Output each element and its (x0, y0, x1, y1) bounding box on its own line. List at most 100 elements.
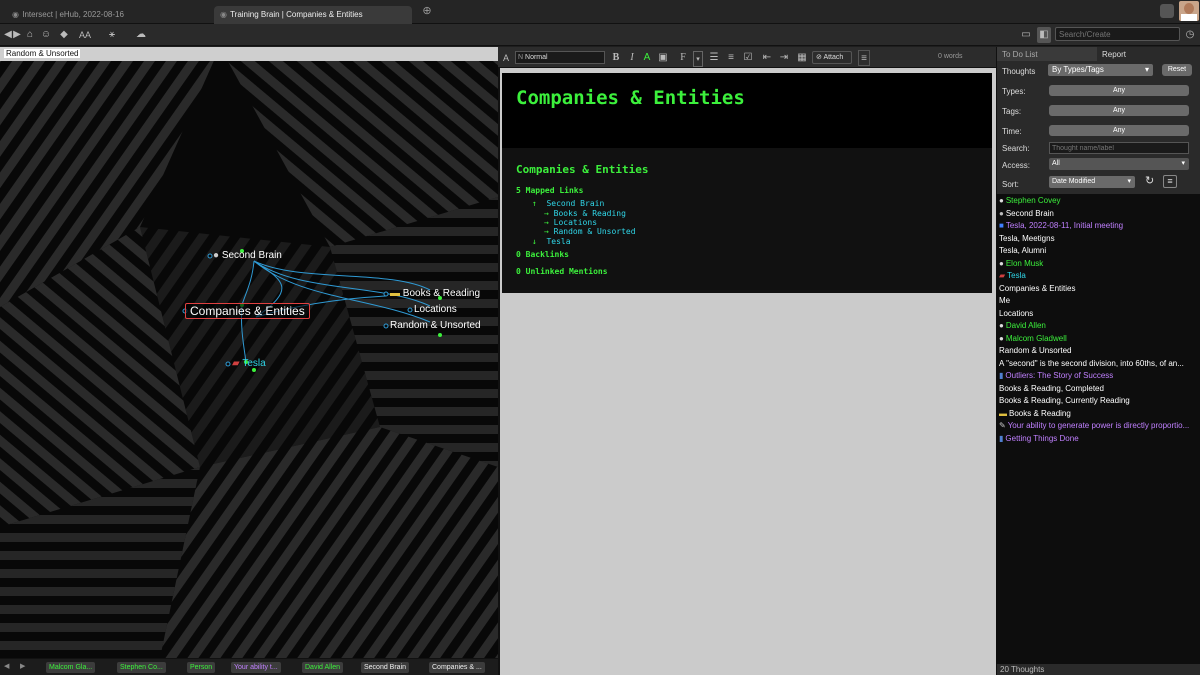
time-select[interactable]: Any (1049, 125, 1189, 136)
thought-list-item[interactable]: Tesla, Meetigns (999, 233, 1197, 245)
home-icon[interactable]: ⌂ (24, 27, 36, 43)
pinned-thought[interactable]: Companies & ... (429, 662, 485, 673)
bullet-list-button[interactable]: ☰ (709, 50, 719, 66)
style-select[interactable]: N Normal (515, 51, 605, 64)
italic-button[interactable]: I (627, 50, 637, 66)
numbered-list-button[interactable]: ≡ (726, 50, 736, 66)
note-card[interactable]: Companies & Entities Companies & Entitie… (502, 73, 992, 293)
types-select[interactable]: Any (1049, 85, 1189, 96)
thought-list-item[interactable]: ● Malcom Gladwell (999, 333, 1197, 345)
text-color-button[interactable]: A (642, 50, 652, 66)
menu-icon[interactable]: ≡ (858, 50, 870, 66)
split-view-icon[interactable]: ◧ (1037, 27, 1051, 43)
pinned-thought[interactable]: Second Brain (361, 662, 410, 673)
attach-button[interactable]: ⊘ Attach (812, 51, 852, 64)
new-tab-button[interactable]: ⊕ (421, 6, 433, 18)
refresh-icon[interactable]: ↻ (1145, 175, 1157, 188)
outdent-button[interactable]: ⇤ (762, 50, 772, 66)
node-locations[interactable]: Locations (414, 304, 457, 316)
thought-list-item[interactable]: Books & Reading, Completed (999, 383, 1197, 395)
node-label: Books & Reading (402, 288, 481, 299)
pinned-thought[interactable]: Malcom Gla... (46, 662, 96, 673)
thought-list-item[interactable]: ■ Tesla, 2022-08-11, Initial meeting (999, 220, 1197, 232)
thought-list-item[interactable]: ● David Allen (999, 320, 1197, 332)
dropdown-icon[interactable]: ▾ (693, 51, 703, 67)
cube-icon[interactable] (1160, 4, 1174, 18)
jump-link[interactable]: → Books & Reading (544, 209, 626, 218)
people-icon[interactable]: ☺ (40, 27, 52, 43)
checkbox-button[interactable]: ☑ (743, 50, 753, 66)
thought-list-item[interactable]: A "second" is the second division, into … (999, 358, 1197, 370)
thought-list-item[interactable]: ▮ Getting Things Done (999, 433, 1197, 445)
pinned-thought[interactable]: Person (187, 662, 216, 673)
parent-link[interactable]: ↑ Second Brain (532, 199, 604, 208)
thought-label: Getting Things Done (1005, 433, 1079, 443)
highlight-button[interactable]: ▣ (658, 50, 668, 66)
table-button[interactable]: ▦ (797, 50, 807, 66)
access-select[interactable]: All ▾ (1049, 158, 1189, 170)
thoughts-filter-select[interactable]: By Types/Tags ▾ (1048, 64, 1153, 76)
clock-icon[interactable]: ◷ (1184, 27, 1196, 43)
scroll-left-icon[interactable]: ◀ (4, 662, 9, 670)
jump-link[interactable]: → Random & Unsorted (544, 227, 636, 236)
thought-list-item[interactable]: ● Stephen Covey (999, 195, 1197, 207)
node-label: Tesla (242, 358, 266, 369)
font-size-button[interactable]: AA (78, 27, 92, 43)
tag-icon[interactable]: ◆ (58, 27, 70, 43)
cloud-icon[interactable]: ☁ (131, 27, 151, 43)
unlinked-mentions-label[interactable]: 0 Unlinked Mentions (516, 267, 608, 276)
thought-label: A "second" is the second division, into … (999, 358, 1184, 368)
pinned-thought[interactable]: Your ability t... (231, 662, 281, 673)
search-create-input[interactable] (1055, 27, 1180, 41)
jump-link[interactable]: → Locations (544, 218, 597, 227)
tab-todo[interactable]: To Do List (997, 47, 1097, 61)
forward-icon[interactable]: ▶ (13, 27, 21, 43)
scroll-right-icon[interactable]: ▶ (20, 662, 25, 670)
layout-icon[interactable]: ⚹ (104, 27, 120, 43)
thought-list-item[interactable]: Locations (999, 308, 1197, 320)
text-style-icon[interactable]: A (501, 50, 511, 66)
breadcrumb-label[interactable]: Random & Unsorted (4, 49, 81, 58)
panel-toggle-icon[interactable]: ▭ (1020, 27, 1032, 43)
person-icon: ● (999, 258, 1004, 268)
pinned-thought[interactable]: David Allen (302, 662, 344, 673)
thought-list-item[interactable]: ▮ Outliers: The Story of Success (999, 370, 1197, 382)
tags-select[interactable]: Any (1049, 105, 1189, 116)
child-link[interactable]: ↓ Tesla (532, 237, 571, 246)
thought-list-item[interactable]: Companies & Entities (999, 283, 1197, 295)
thought-list-item[interactable]: Tesla, Alumni (999, 245, 1197, 257)
back-icon[interactable]: ◀ (4, 27, 12, 43)
thought-list-item[interactable]: ▰ Tesla (999, 270, 1197, 282)
node-books-reading[interactable]: ▬ Books & Reading (390, 288, 480, 300)
font-button[interactable]: F (678, 50, 688, 66)
node-second-brain[interactable]: ● Second Brain (213, 250, 282, 262)
thought-list-item[interactable]: ✎ Your ability to generate power is direc… (999, 420, 1197, 432)
pin-label: David Allen (305, 664, 341, 671)
thought-list-item[interactable]: ● Second Brain (999, 208, 1197, 220)
node-companies-entities[interactable]: Companies & Entities (185, 303, 310, 319)
avatar[interactable] (1179, 1, 1199, 21)
bold-button[interactable]: B (611, 50, 621, 66)
sort-select[interactable]: Date Modified ▾ (1049, 176, 1135, 188)
thought-list-item[interactable]: Me (999, 295, 1197, 307)
reset-button[interactable]: Reset (1162, 64, 1192, 76)
brain-view[interactable]: ● Second Brain Companies & Entities ▬ Bo… (0, 47, 498, 658)
node-random-unsorted[interactable]: Random & Unsorted (390, 320, 481, 332)
thought-list-item[interactable]: Random & Unsorted (999, 345, 1197, 357)
tab-training-brain[interactable]: ◉ Training Brain | Companies & Entities (214, 6, 412, 24)
thought-list-item[interactable]: Books & Reading, Currently Reading (999, 395, 1197, 407)
backlinks-label[interactable]: 0 Backlinks (516, 250, 569, 259)
thought-list-item[interactable]: ▬ Books & Reading (999, 408, 1197, 420)
book-icon: ▮ (999, 433, 1004, 443)
list-menu-icon[interactable]: ≡ (1163, 175, 1177, 188)
thought-list-item[interactable]: ● Elon Musk (999, 258, 1197, 270)
thought-search-input[interactable] (1049, 142, 1189, 154)
pinned-thought[interactable]: Stephen Co... (117, 662, 166, 673)
person-icon: ● (999, 333, 1004, 343)
tab-report[interactable]: Report (1097, 47, 1200, 61)
thought-label: Tesla, Meetigns (999, 233, 1055, 243)
editor-toolbar: A N Normal B I A ▣ F ▾ ☰ ≡ ☑ ⇤ ⇥ ▦ ⊘ Att… (498, 47, 996, 68)
node-tesla[interactable]: ▰ Tesla (232, 358, 266, 370)
indent-button[interactable]: ⇥ (779, 50, 789, 66)
tab-intersect[interactable]: ◉ Intersect | eHub, 2022-08-16 (6, 6, 130, 24)
